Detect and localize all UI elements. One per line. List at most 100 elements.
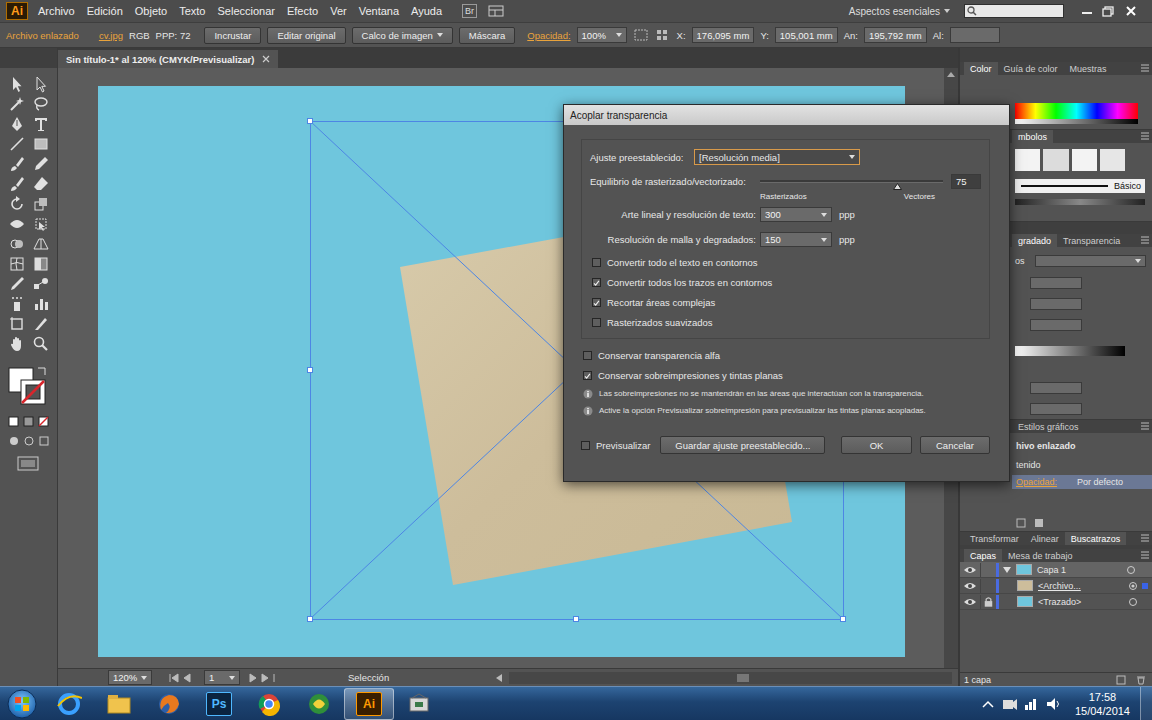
rectangle-tool-icon[interactable] [31,134,51,154]
checkbox[interactable] [583,351,592,360]
taskbar-app[interactable] [244,688,294,720]
tool-button[interactable] [29,254,53,274]
selection-tool-icon[interactable] [7,74,27,94]
new-fill-icon[interactable] [1034,518,1044,528]
taskbar-app[interactable]: Ps [194,688,244,720]
gradient-slider[interactable] [1015,346,1125,356]
save-preset-button[interactable]: Guardar ajuste preestablecido... [660,436,825,454]
horizontal-scrollbar[interactable] [509,672,952,684]
target-icon[interactable] [1126,565,1136,575]
swatch[interactable] [1043,149,1068,171]
ok-button[interactable]: OK [841,436,912,454]
preset-dropdown[interactable]: [Resolución media] [694,149,860,165]
panel-tab[interactable]: Alinear [1025,532,1065,545]
coord-field[interactable]: 176,095 mm [692,27,755,43]
checkbox[interactable] [592,278,601,287]
close-icon[interactable] [1120,4,1142,18]
menu-item[interactable]: Ventana [353,5,405,17]
start-button-icon[interactable] [0,687,44,720]
artboard-tool-icon[interactable] [7,314,27,334]
new-stroke-icon[interactable] [1016,518,1026,528]
menu-item[interactable]: Texto [173,5,211,17]
screen-mode-icon[interactable] [5,454,53,472]
tool-button[interactable] [29,314,53,334]
tool-button[interactable] [29,94,53,114]
tool-button[interactable] [5,134,29,154]
workspace-switcher[interactable]: Aspectos esenciales [849,6,950,17]
cancel-button[interactable]: Cancelar [920,436,990,454]
panel-menu-icon[interactable] [1138,420,1152,433]
first-previous-icon[interactable] [168,673,198,683]
tool-button[interactable] [5,154,29,174]
tool-button[interactable] [5,214,29,234]
tool-button[interactable] [29,74,53,94]
control-button[interactable]: Calco de imagen [352,27,453,44]
scroll-up-icon[interactable] [946,70,956,78]
panel-tab[interactable]: gradado [1012,234,1057,247]
tool-button[interactable] [29,214,53,234]
tool-button[interactable] [29,334,53,354]
menu-item[interactable]: Edición [81,5,129,17]
menu-item[interactable]: Ver [324,5,353,17]
close-tab-icon[interactable] [262,55,270,63]
menu-item[interactable]: Archivo [32,5,81,17]
taskbar-app[interactable] [294,688,344,720]
taskbar-app[interactable]: Ai [344,688,394,720]
tool-button[interactable] [5,254,29,274]
status-menu-icon[interactable] [495,673,503,683]
resolution-field[interactable]: 150 [760,232,832,247]
panel-menu-icon[interactable] [1138,532,1152,545]
panel-tab[interactable]: Mesa de trabajo [1002,549,1079,562]
taskbar-app[interactable] [394,688,444,720]
menu-item[interactable]: Ayuda [405,5,448,17]
tool-button[interactable] [5,294,29,314]
minimize-icon[interactable] [1076,4,1098,18]
paintbrush-tool-icon[interactable] [7,154,27,174]
tool-button[interactable] [5,234,29,254]
checkbox[interactable] [592,298,601,307]
expand-triangle-icon[interactable] [1003,566,1011,574]
tool-button[interactable] [5,114,29,134]
pen-tool-icon[interactable] [7,114,27,134]
panel-tab[interactable]: Muestras [1064,62,1113,75]
panel-menu-icon[interactable] [1138,234,1152,247]
tool-button[interactable] [29,234,53,254]
volume-icon[interactable] [1045,696,1063,712]
tool-button[interactable] [29,294,53,314]
panel-tab[interactable]: Color [964,62,998,75]
tool-button[interactable] [5,274,29,294]
menu-item[interactable]: Seleccionar [211,5,280,17]
panel-tab[interactable]: Capas [964,549,1002,562]
direct-selection-tool-icon[interactable] [31,74,51,94]
panel-tab[interactable]: Guía de color [998,62,1064,75]
gradient-type-field[interactable] [1035,255,1146,267]
selection-indicator[interactable] [1142,599,1148,605]
visibility-eye-icon[interactable] [963,565,977,575]
panel-tab[interactable]: Transparencia [1057,234,1126,247]
reference-point-icon[interactable] [655,28,671,42]
visibility-eye-icon[interactable] [963,581,977,591]
target-icon[interactable] [1128,597,1138,607]
color-spectrum[interactable] [1015,103,1138,119]
next-last-icon[interactable] [246,673,276,683]
network-icon[interactable] [1023,696,1041,712]
brush-row[interactable]: Básico [1015,179,1145,193]
checkbox[interactable] [583,371,592,380]
mesh-tool-icon[interactable] [7,254,27,274]
tool-button[interactable] [5,94,29,114]
line-tool-icon[interactable] [7,134,27,154]
opacity-label[interactable]: Opacidad: [527,30,570,41]
width-tool-icon[interactable] [7,214,27,234]
gradient-field[interactable] [1030,277,1082,289]
height-field[interactable] [950,27,1000,43]
blob-brush-tool-icon[interactable] [7,174,27,194]
lock-icon[interactable] [980,579,996,593]
layer-item-row[interactable]: <Trazado> [960,594,1152,610]
color-mode-icon[interactable] [5,414,53,428]
taskbar-app[interactable] [144,688,194,720]
taskbar-app[interactable] [94,688,144,720]
panel-tab[interactable]: mbolos [1012,130,1053,143]
layer-item-row[interactable]: <Archivo... [960,578,1152,594]
opacity-field[interactable]: 100% [577,27,627,43]
pencil-tool-icon[interactable] [31,154,51,174]
